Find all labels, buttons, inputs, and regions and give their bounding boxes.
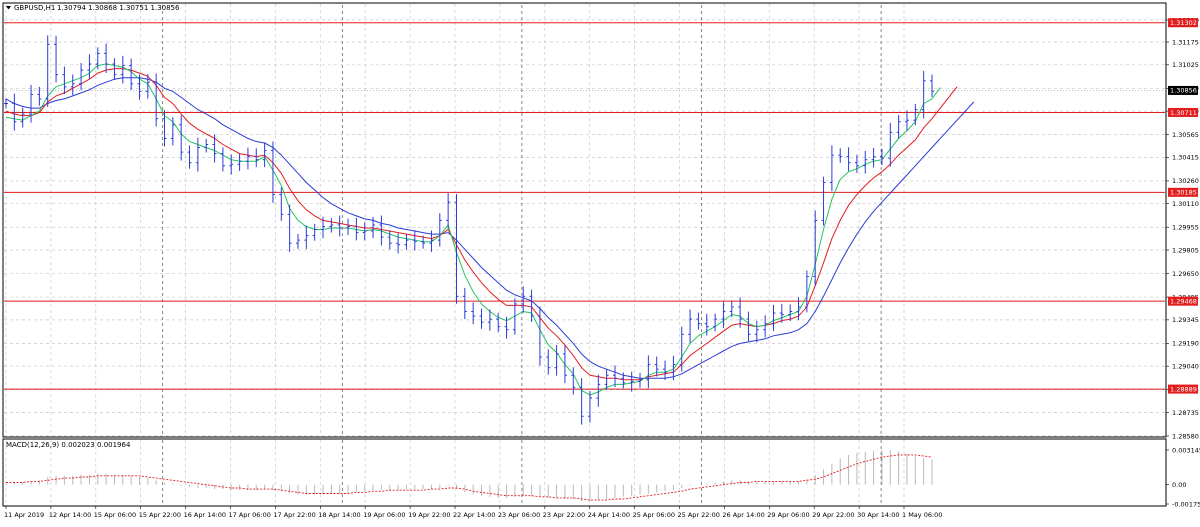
time-tick-label: 26 Apr 14:00 [722, 511, 764, 519]
time-tick-label: 15 Apr 06:00 [94, 511, 136, 519]
time-tick-label: 18 Apr 14:00 [318, 511, 360, 519]
ohlc-quotes: 1.30794 1.30868 1.30751 1.30856 [57, 4, 180, 12]
price-tick-label: 1.29805 [1172, 246, 1199, 254]
time-tick-label: 19 Apr 22:00 [408, 511, 450, 519]
price-tick-label: 1.29955 [1172, 224, 1199, 232]
macd-tick-label: -0.001754 [1172, 500, 1200, 508]
time-tick-label: 12 Apr 14:00 [49, 511, 91, 519]
time-tick-label: 30 Apr 14:00 [857, 511, 899, 519]
time-tick-label: 23 Apr 06:00 [498, 511, 540, 519]
time-tick-label: 29 Apr 22:00 [812, 511, 854, 519]
price-tick-label: 1.28735 [1172, 409, 1199, 417]
chart-window[interactable]: 1.313201.311751.310251.308701.307201.305… [0, 0, 1200, 523]
time-axis[interactable]: 11 Apr 2019 12 Apr 14:00 15 Apr 06:00 15 Ap… [4, 506, 942, 519]
time-tick-label: 23 Apr 22:00 [543, 511, 585, 519]
price-tick-label: 1.31025 [1172, 61, 1199, 69]
price-panel[interactable] [2, 2, 1167, 438]
symbol-title: GBPUSD,H1 [14, 4, 55, 12]
time-tick-label: 24 Apr 14:00 [588, 511, 630, 519]
price-tick-label: 1.28580 [1172, 432, 1199, 440]
price-tick-label: 1.30415 [1172, 154, 1199, 162]
current-price-label: 1.30856 [1170, 87, 1197, 95]
time-tick-label: 25 Apr 06:00 [633, 511, 675, 519]
level-price-label: 1.29468 [1170, 297, 1197, 305]
time-tick-label: 17 Apr 06:00 [229, 511, 271, 519]
time-tick-label: 19 Apr 06:00 [363, 511, 405, 519]
time-tick-label: 16 Apr 14:00 [184, 511, 226, 519]
level-price-label: 1.30711 [1170, 109, 1197, 117]
macd-tick-label: 0.00 [1172, 481, 1186, 489]
macd-panel[interactable] [2, 438, 1167, 507]
price-tick-label: 1.29345 [1172, 316, 1199, 324]
time-tick-label: 25 Apr 22:00 [678, 511, 720, 519]
time-tick-label: 1 May 06:00 [902, 511, 942, 519]
time-tick-label: 15 Apr 22:00 [139, 511, 181, 519]
level-price-label: 1.28889 [1170, 385, 1197, 393]
price-tick-label: 1.30565 [1172, 131, 1199, 139]
price-tick-label: 1.29650 [1172, 270, 1199, 278]
time-tick-label: 29 Apr 06:00 [767, 511, 809, 519]
level-price-label: 1.31302 [1170, 19, 1197, 27]
time-tick-label: 17 Apr 22:00 [273, 511, 315, 519]
level-price-label: 1.30185 [1170, 189, 1197, 197]
price-tick-label: 1.29040 [1172, 362, 1199, 370]
price-tick-label: 1.30260 [1172, 177, 1199, 185]
price-tick-label: 1.29190 [1172, 340, 1199, 348]
price-axis[interactable]: 1.313201.311751.310251.308701.307201.305… [1166, 16, 1200, 508]
price-tick-label: 1.31175 [1172, 38, 1199, 46]
time-tick-label: 11 Apr 2019 [4, 511, 44, 519]
time-tick-label: 22 Apr 14:00 [453, 511, 495, 519]
macd-title: MACD(12,26,9) 0.002023 0.001964 [6, 441, 131, 449]
price-tick-label: 1.30110 [1172, 200, 1199, 208]
macd-tick-label: 0.003145 [1172, 446, 1200, 454]
